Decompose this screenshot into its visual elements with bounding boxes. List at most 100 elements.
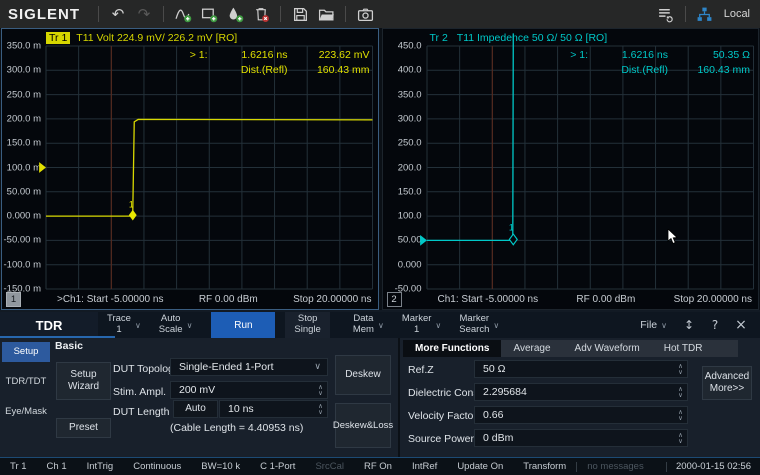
trace1-plot[interactable]: 1 (46, 46, 373, 289)
deskew-button[interactable]: Deskew (335, 355, 391, 395)
preset-button[interactable]: Preset (56, 418, 111, 438)
velocity-factor-input[interactable]: 0.66 ∧∨ (474, 406, 688, 424)
x-start-label[interactable]: >Ch1: Start -5.00000 ns (57, 294, 163, 305)
menu-file[interactable]: File ∨ (631, 312, 676, 338)
dut-topology-select[interactable]: Single-Ended 1-Port ∨ (170, 358, 328, 376)
cable-length-note: (Cable Length = 4.40953 ns) (170, 422, 303, 434)
dielectric-const-label: Dielectric Const. (408, 387, 484, 399)
setup-wizard-button[interactable]: SetupWizard (56, 362, 111, 400)
window1-badge[interactable]: 1 (6, 292, 21, 307)
tab-more-functions[interactable]: More Functions (403, 340, 501, 357)
chevron-down-icon: ∨ (135, 321, 141, 330)
status-trigger[interactable]: IntTrig (77, 461, 124, 472)
dut-length-auto-button[interactable]: Auto (173, 400, 218, 418)
spinner-arrows-icon[interactable]: ∧∨ (674, 386, 687, 398)
tab-average[interactable]: Average (501, 340, 562, 357)
trace1-y-axis: 350.0 m 300.0 m 250.0 m 200.0 m 150.0 m … (2, 46, 43, 289)
ref-z-input[interactable]: 50 Ω ∧∨ (474, 360, 688, 378)
status-channel[interactable]: Ch 1 (37, 461, 77, 472)
screenshot-camera-icon[interactable] (352, 3, 378, 25)
trace1-window[interactable]: Tr 1 T11 Volt 224.9 mV/ 226.2 mV [RO] 35… (1, 28, 379, 310)
open-folder-icon[interactable] (313, 3, 339, 25)
svg-text:1: 1 (129, 199, 134, 209)
menu-data-mem[interactable]: DataMem ∨ (344, 312, 393, 338)
tdr-setup-panel: Setup TDR/TDT Eye/Mask Basic SetupWizard… (0, 338, 760, 458)
run-button[interactable]: Run (211, 312, 275, 338)
add-trace-icon[interactable] (170, 3, 196, 25)
chevron-down-icon: ∨ (314, 362, 321, 372)
close-icon[interactable]: × (728, 312, 754, 338)
y-tick-label: 50.00 m (7, 186, 41, 197)
stop-single-button[interactable]: StopSingle (285, 312, 329, 338)
trace1-tag[interactable]: Tr 1 (46, 32, 70, 44)
advanced-more-button[interactable]: AdvancedMore>> (702, 366, 752, 400)
status-sweep-mode[interactable]: Continuous (123, 461, 191, 472)
undo-icon[interactable]: ↶ (105, 3, 131, 25)
mouse-cursor (667, 229, 679, 245)
menu-marker[interactable]: Marker1 ∨ (393, 312, 450, 338)
status-ref[interactable]: IntRef (402, 461, 447, 472)
menu-list-icon[interactable] (653, 3, 679, 25)
spinner-arrows-icon[interactable]: ∧∨ (314, 403, 327, 415)
menu-spacer (508, 312, 631, 338)
menu-auto-scale[interactable]: AutoScale ∨ (150, 312, 202, 338)
tdr-app-title[interactable]: TDR (0, 312, 98, 338)
marker-dist-label: Dist.(Refl) (588, 64, 668, 76)
marker-dist-value: 160.43 mm (668, 64, 750, 76)
toolbar-divider (98, 6, 99, 22)
status-bandwidth[interactable]: BW=10 k (191, 461, 250, 472)
stim-ampl-input[interactable]: 200 mV ∧∨ (170, 381, 328, 399)
menu-marker-search[interactable]: MarkerSearch ∨ (450, 312, 508, 338)
marker-id: > 1: (172, 49, 208, 61)
marker-dist-value: 160.43 mm (288, 64, 370, 76)
spinner-arrows-icon[interactable]: ∧∨ (674, 432, 687, 444)
status-rf[interactable]: RF On (354, 461, 402, 472)
spinner-arrows-icon[interactable]: ∧∨ (674, 363, 687, 375)
tab-adv-waveform[interactable]: Adv Waveform (563, 340, 652, 357)
trace2-y-axis: 450.0 400.0 350.0 300.0 250.0 200.0 150.… (383, 46, 424, 289)
basic-header: Basic (55, 340, 83, 352)
status-cal[interactable]: C 1-Port (250, 461, 305, 472)
marker-x-value: 1.6216 ns (588, 49, 668, 61)
deskew-loss-button[interactable]: Deskew&Loss (335, 403, 391, 448)
window2-badge[interactable]: 2 (387, 292, 402, 307)
x-stop-label[interactable]: Stop 20.00000 ns (674, 294, 752, 305)
sidebar-tab-eye-mask[interactable]: Eye/Mask (2, 402, 50, 422)
network-icon[interactable] (692, 3, 718, 25)
trace2-plot[interactable]: 1 (427, 46, 754, 289)
x-stop-label[interactable]: Stop 20.00000 ns (293, 294, 371, 305)
spinner-arrows-icon[interactable]: ∧∨ (674, 409, 687, 421)
marker-blank (552, 64, 588, 76)
marker-1[interactable]: 1 (508, 223, 516, 245)
trace2-window[interactable]: Tr 2 T11 Impedence 50 Ω/ 50 Ω [RO] 450.0… (382, 28, 760, 310)
control-mode-label[interactable]: Local (718, 8, 760, 20)
dut-length-input[interactable]: 10 ns ∧∨ (219, 400, 328, 418)
y-tick-label: 100.0 m (7, 162, 41, 173)
source-power-input[interactable]: 0 dBm ∧∨ (474, 429, 688, 447)
x-start-label[interactable]: Ch1: Start -5.00000 ns (438, 294, 539, 305)
dielectric-const-input[interactable]: 2.295684 ∧∨ (474, 383, 688, 401)
marker-1[interactable]: 1 (129, 199, 137, 220)
delete-icon[interactable] (248, 3, 274, 25)
help-icon[interactable]: ? (702, 312, 728, 338)
y-tick-label: 50.00 (398, 235, 422, 246)
spinner-arrows-icon[interactable]: ∧∨ (314, 384, 327, 396)
trace1-title[interactable]: Tr 1 T11 Volt 224.9 mV/ 226.2 mV [RO] (46, 31, 237, 44)
add-marker-icon[interactable] (222, 3, 248, 25)
status-trace[interactable]: Tr 1 (0, 461, 37, 472)
status-transform[interactable]: Transform (513, 461, 576, 472)
siglent-logo: SIGLENT (0, 6, 92, 23)
redo-icon[interactable]: ↷ (131, 3, 157, 25)
sidebar-tab-setup[interactable]: Setup (2, 342, 50, 362)
tab-hot-tdr[interactable]: Hot TDR (652, 340, 715, 357)
save-icon[interactable] (287, 3, 313, 25)
menu-trace[interactable]: Trace1 ∨ (98, 312, 150, 338)
trace2-tag[interactable]: Tr 2 (427, 32, 451, 44)
status-update[interactable]: Update On (447, 461, 513, 472)
grid-lines (427, 46, 754, 289)
add-window-icon[interactable] (196, 3, 222, 25)
sidebar-tab-tdr-tdt[interactable]: TDR/TDT (2, 372, 50, 392)
trace2-title[interactable]: Tr 2 T11 Impedence 50 Ω/ 50 Ω [RO] (427, 31, 608, 44)
trace2-waveform (427, 33, 513, 240)
resize-updown-icon[interactable]: ↕ (676, 312, 702, 338)
